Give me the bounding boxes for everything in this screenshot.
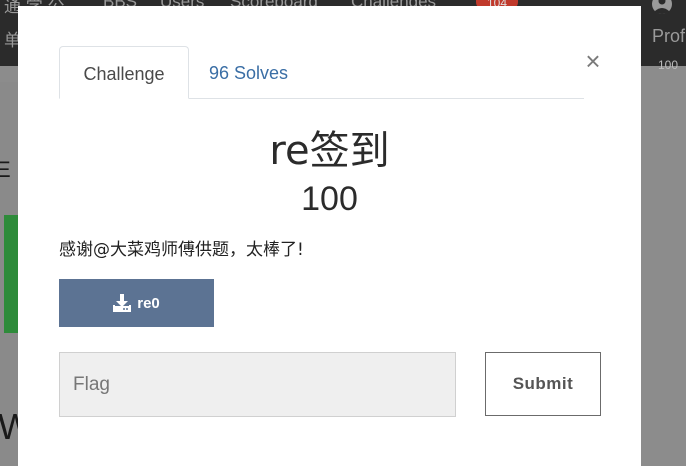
user-icon[interactable]	[651, 0, 673, 18]
tab-solves[interactable]: 96 Solves	[209, 46, 288, 99]
challenge-name: re签到	[269, 128, 390, 174]
challenge-description: 感谢@大菜鸡师傅供题，太棒了!	[59, 240, 304, 260]
tab-challenge[interactable]: Challenge	[59, 46, 189, 99]
background-text-fragment: E	[0, 157, 11, 182]
close-button[interactable]: ×	[583, 48, 603, 74]
submit-button[interactable]: Submit	[485, 352, 601, 416]
background-green-block	[4, 215, 18, 333]
file-name: re0	[137, 294, 160, 312]
flag-input[interactable]	[59, 352, 456, 417]
nav-profile-link[interactable]: Prof	[652, 26, 685, 47]
challenge-value: 100	[301, 180, 358, 218]
background-number-fragment: 100	[658, 58, 679, 72]
download-icon	[113, 294, 132, 312]
download-file-button[interactable]: re0	[59, 279, 214, 327]
modal-tabs: Challenge 96 Solves	[59, 46, 584, 99]
